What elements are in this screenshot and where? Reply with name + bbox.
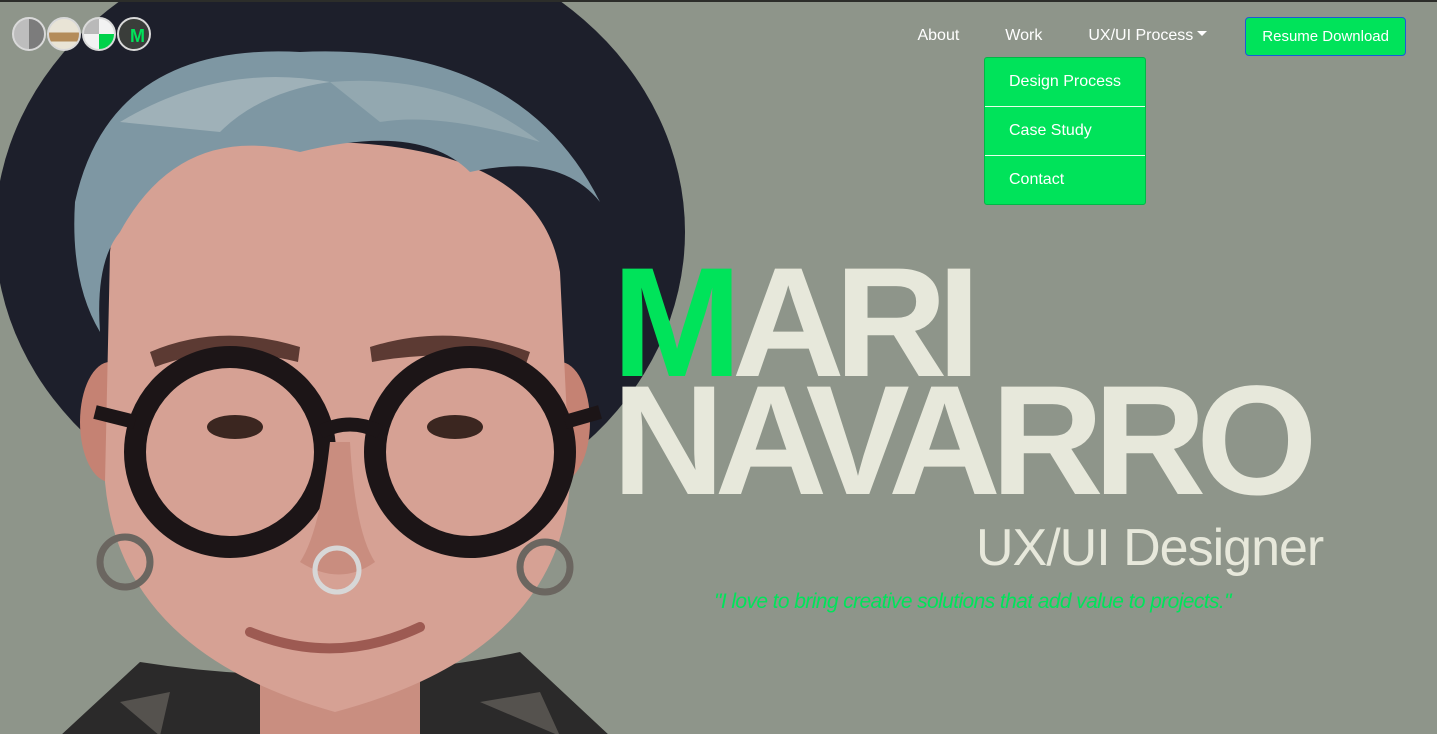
- logo-letter: M: [130, 26, 145, 46]
- resume-download-button[interactable]: Resume Download: [1245, 16, 1406, 56]
- logo-thumbnail-1[interactable]: [12, 17, 46, 51]
- nav-link-about[interactable]: About: [917, 27, 959, 45]
- portfolio-page: M About Work UX/UI Process Resume Downlo…: [0, 0, 1437, 734]
- dropdown-item-design-process[interactable]: Design Process: [985, 58, 1145, 107]
- hero-last-name: NAVARRO: [612, 354, 1318, 528]
- logo-thumbnail-m[interactable]: M: [117, 17, 151, 51]
- hero-quote: "I love to bring creative solutions that…: [714, 590, 1232, 613]
- hero-name: MARI NAVARRO: [612, 245, 1318, 528]
- logo-thumbnail-3[interactable]: [82, 17, 116, 51]
- dropdown-item-contact[interactable]: Contact: [985, 156, 1145, 204]
- hero-portrait-image: [0, 2, 685, 734]
- logo-thumbnail-2[interactable]: [47, 17, 81, 51]
- logo-thumbnails[interactable]: M: [12, 16, 152, 52]
- hero-role: UX/UI Designer: [976, 519, 1324, 577]
- nav-dropdown-ux-ui-process[interactable]: UX/UI Process: [1088, 27, 1208, 45]
- nav-link-work[interactable]: Work: [1005, 27, 1042, 45]
- ux-ui-process-dropdown-menu: Design Process Case Study Contact: [984, 57, 1146, 205]
- dropdown-item-case-study[interactable]: Case Study: [985, 107, 1145, 156]
- nav-dropdown-label: UX/UI Process: [1088, 27, 1194, 44]
- main-nav: About Work UX/UI Process Resume Download: [917, 16, 1437, 56]
- caret-down-icon: [1197, 31, 1208, 37]
